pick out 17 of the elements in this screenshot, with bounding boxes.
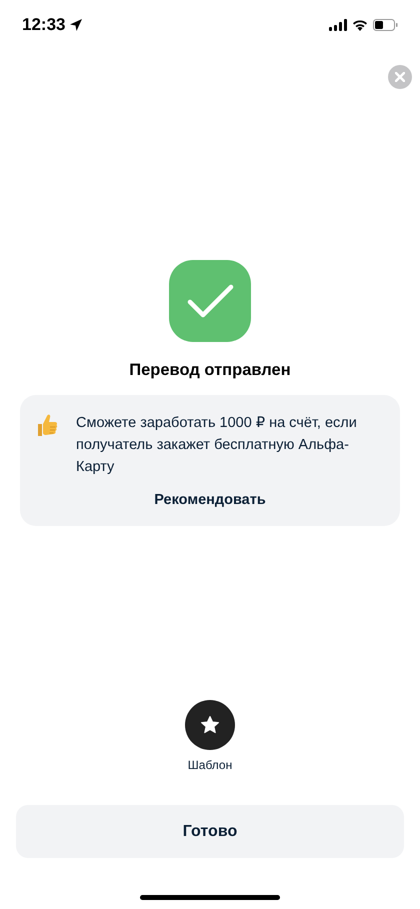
action-label: Шаблон xyxy=(188,758,232,772)
close-button[interactable] xyxy=(388,65,412,89)
close-icon xyxy=(395,72,405,82)
done-button[interactable]: Готово xyxy=(16,805,404,858)
location-arrow-icon xyxy=(69,18,84,32)
battery-icon xyxy=(373,19,398,31)
status-title: Перевод отправлен xyxy=(129,361,291,380)
checkmark-icon xyxy=(169,260,251,342)
star-icon xyxy=(200,715,220,735)
wifi-icon xyxy=(352,19,368,31)
thumbs-up-icon xyxy=(36,413,58,437)
home-indicator[interactable] xyxy=(140,895,280,900)
recommend-button[interactable]: Рекомендовать xyxy=(154,492,266,508)
promo-text: Сможете заработать 1000 ₽ на счёт, если получатель закажет бесплатную Альфа-Карту xyxy=(76,414,358,477)
clock-time: 12:33 xyxy=(22,15,66,35)
template-button[interactable] xyxy=(185,700,235,750)
signal-icon xyxy=(329,19,347,31)
